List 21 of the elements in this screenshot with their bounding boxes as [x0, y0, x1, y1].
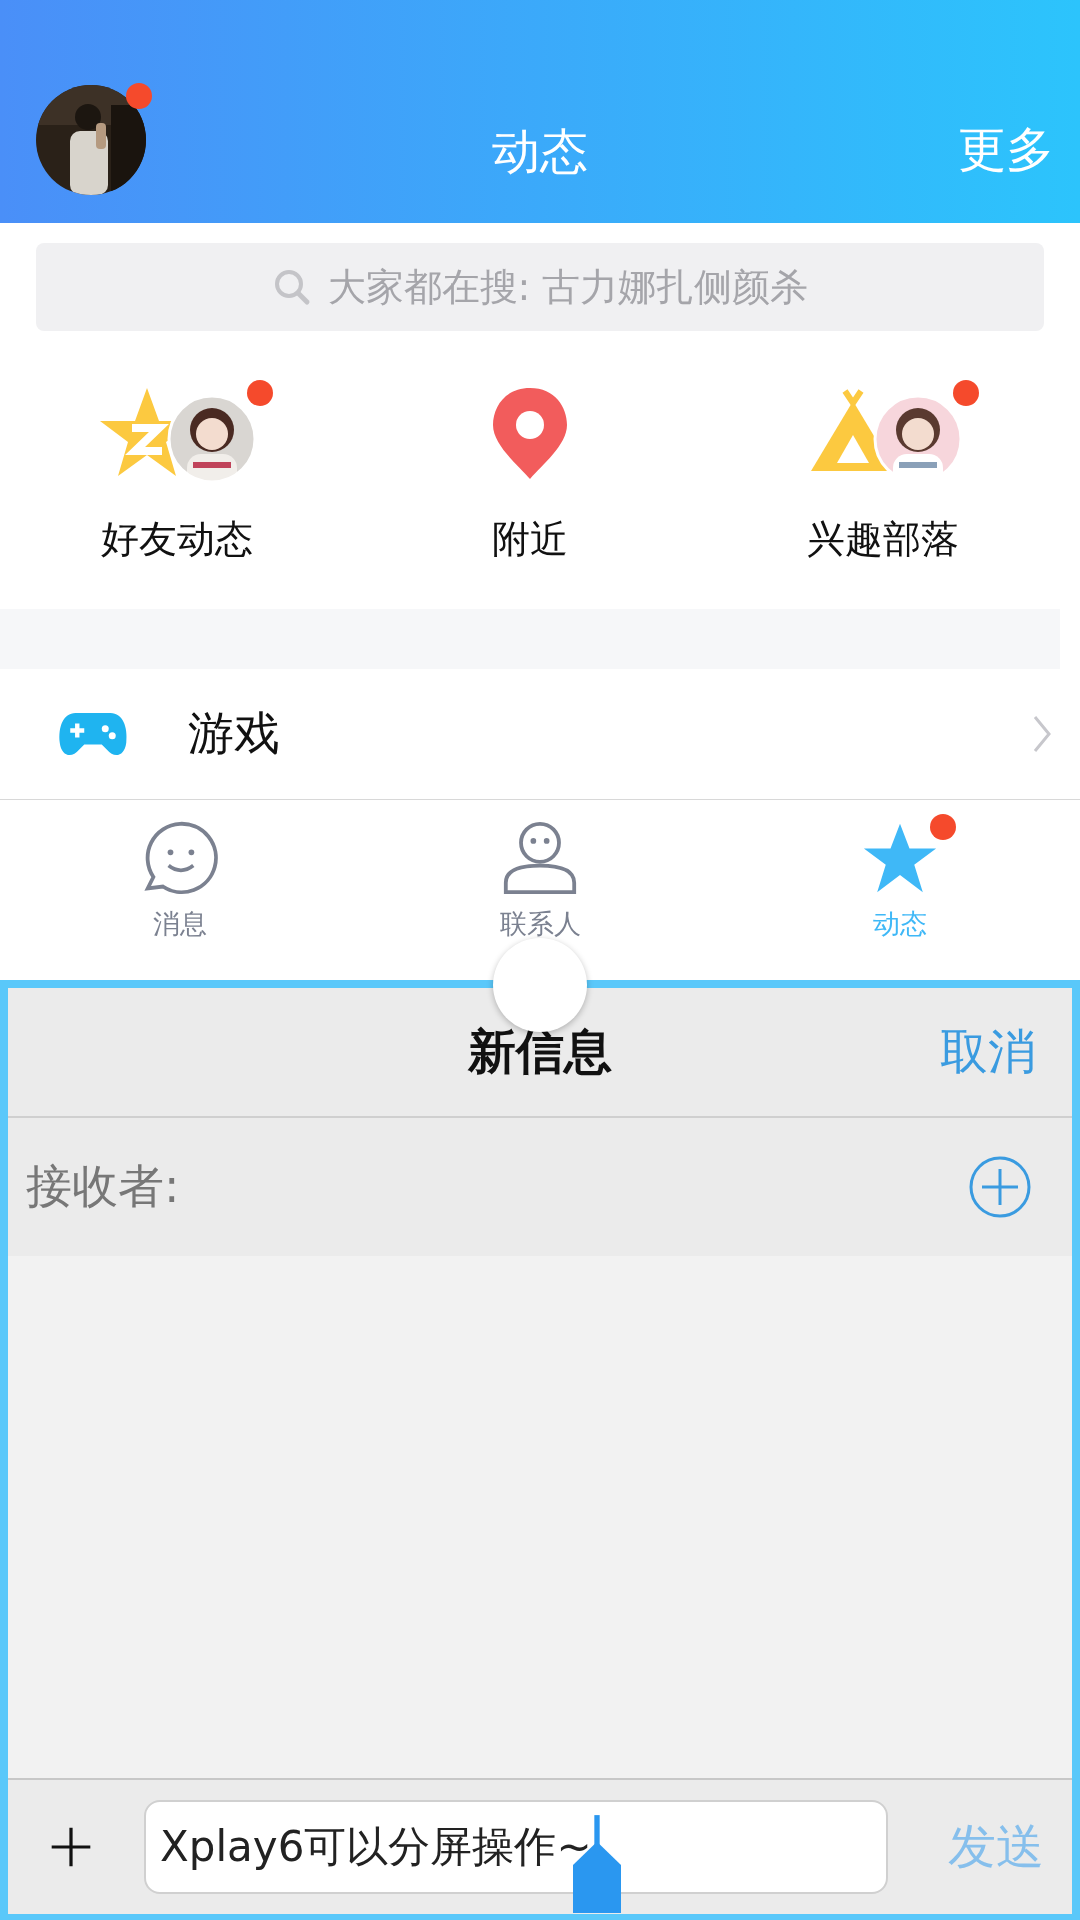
search-field[interactable]: 大家都在搜: 古力娜扎侧颜杀: [36, 243, 1044, 331]
chevron-right-icon: [1032, 714, 1052, 754]
tab[interactable]: 联系人: [360, 800, 720, 980]
recipient-label: 接收者:: [26, 1158, 180, 1215]
shortcut-item[interactable]: 兴趣部落: [706, 350, 1060, 609]
cancel-button[interactable]: 取消: [940, 1020, 1036, 1084]
person-icon: [502, 820, 578, 896]
page-title: 动态: [492, 122, 588, 181]
shortcut-label: 兴趣部落: [807, 516, 960, 563]
message-input[interactable]: Xplay6可以分屏操作~: [144, 1800, 888, 1894]
list-item[interactable]: 游戏: [0, 669, 1080, 800]
add-icon[interactable]: [968, 1155, 1032, 1219]
shortcut-label: 附近: [492, 516, 568, 563]
window-title: 新信息: [468, 1022, 612, 1081]
more-button[interactable]: 更多: [958, 117, 1054, 182]
tab[interactable]: 消息: [0, 800, 360, 980]
shortcut-item[interactable]: 附近: [353, 350, 707, 609]
tab[interactable]: 动态: [720, 800, 1080, 980]
shortcut-item[interactable]: 好友动态: [0, 350, 354, 609]
shortcut-label: 好友动态: [100, 516, 253, 563]
smiley-chat-icon: [142, 820, 218, 896]
